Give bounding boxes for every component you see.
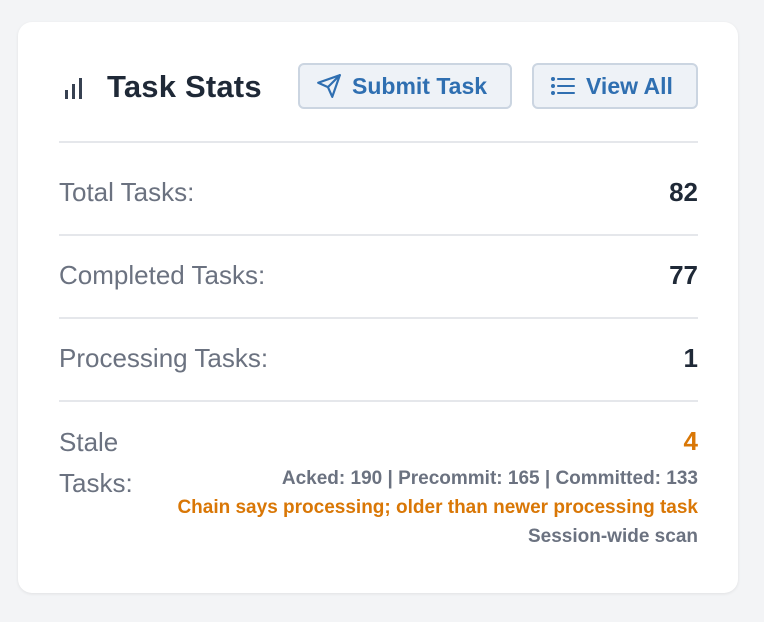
view-all-label: View All	[586, 72, 673, 99]
stale-status-counts: Acked: 190 | Precommit: 165 | Committed:…	[281, 468, 698, 489]
stale-warning-text: Chain says processing; older than newer …	[177, 497, 698, 518]
list-icon	[550, 75, 576, 97]
bar-chart-icon	[63, 76, 85, 100]
total-tasks-value: 82	[669, 177, 698, 207]
send-icon	[316, 73, 342, 99]
stale-scan-scope: Session-wide scan	[527, 526, 698, 547]
card-header: Task Stats Submit Task View All	[59, 62, 699, 142]
submit-task-label: Submit Task	[352, 72, 488, 99]
completed-tasks-label: Completed Tasks:	[59, 260, 266, 290]
completed-tasks-value: 77	[669, 260, 698, 290]
stale-tasks-label: Stale Tasks:	[59, 427, 133, 498]
row-divider	[59, 317, 698, 319]
processing-tasks-value: 1	[683, 343, 698, 373]
row-divider	[59, 400, 698, 402]
header-divider	[59, 141, 698, 143]
total-tasks-label: Total Tasks:	[59, 177, 195, 207]
card-title: Task Stats	[107, 69, 262, 104]
row-divider	[59, 234, 698, 236]
stale-tasks-value: 4	[683, 426, 698, 456]
submit-task-button[interactable]: Submit Task	[298, 63, 512, 109]
view-all-button[interactable]: View All	[532, 63, 698, 109]
task-stats-card: Task Stats Submit Task View All Total Ta…	[18, 22, 738, 593]
processing-tasks-label: Processing Tasks:	[59, 343, 269, 373]
